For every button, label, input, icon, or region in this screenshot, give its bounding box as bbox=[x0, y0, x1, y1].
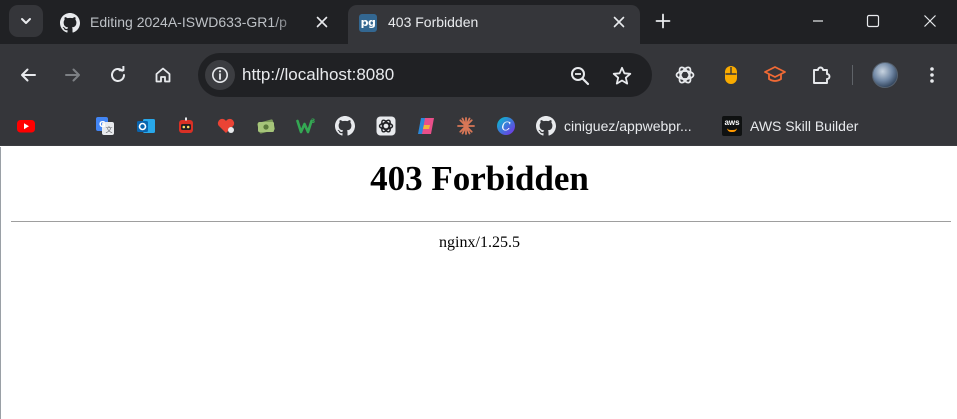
new-tab-button[interactable] bbox=[652, 10, 674, 32]
reload-button[interactable] bbox=[102, 59, 134, 91]
page-content: 403 Forbidden nginx/1.25.5 bbox=[0, 147, 957, 419]
copilot-icon bbox=[416, 116, 436, 136]
server-signature: nginx/1.25.5 bbox=[439, 234, 520, 251]
address-bar[interactable]: http://localhost:8080 bbox=[198, 53, 652, 97]
maximize-icon bbox=[866, 14, 880, 28]
bookmark-copilot[interactable] bbox=[416, 112, 436, 140]
zoom-out-icon bbox=[571, 67, 590, 86]
extensions-menu-button[interactable] bbox=[808, 62, 834, 88]
home-button[interactable] bbox=[147, 59, 179, 91]
tab-search-button[interactable] bbox=[9, 5, 43, 37]
canva-icon: C bbox=[496, 116, 516, 136]
plus-icon bbox=[655, 13, 671, 29]
toolbar: http://localhost:8080 bbox=[0, 44, 957, 106]
aws-icon: aws bbox=[722, 116, 742, 136]
bookmark-canva[interactable]: C bbox=[496, 112, 516, 140]
bookmark-label: AWS Skill Builder bbox=[750, 118, 859, 134]
w-logo-icon: 3 bbox=[296, 116, 316, 136]
svg-text:文: 文 bbox=[106, 125, 113, 134]
star-icon bbox=[612, 66, 632, 85]
chevron-down-icon bbox=[21, 18, 31, 24]
tab-strip: Editing 2024A-ISWD633-GR1/p pg 403 Forbi… bbox=[0, 0, 957, 44]
bookmark-youtube[interactable] bbox=[16, 112, 36, 140]
bookmark-google-translate[interactable]: G文 bbox=[95, 112, 115, 140]
tab-title: Editing 2024A-ISWD633-GR1/p bbox=[90, 14, 287, 30]
toolbar-separator bbox=[852, 65, 853, 85]
bookmark-ciniguez-repo[interactable]: ciniguez/appwebpr... bbox=[536, 112, 692, 140]
svg-text:C: C bbox=[502, 120, 511, 134]
close-tab-button[interactable] bbox=[312, 12, 332, 32]
bookmark-github[interactable] bbox=[335, 112, 355, 140]
postgres-pg-icon: pg bbox=[358, 13, 378, 33]
url-text[interactable]: http://localhost:8080 bbox=[242, 53, 394, 97]
mortarboard-extension-icon bbox=[764, 66, 786, 82]
tab-403-forbidden[interactable]: pg 403 Forbidden bbox=[348, 5, 640, 44]
close-tab-button[interactable] bbox=[609, 12, 629, 32]
back-button[interactable] bbox=[12, 59, 44, 91]
bookmark-w-logo[interactable]: 3 bbox=[296, 112, 316, 140]
mouse-extension[interactable] bbox=[718, 62, 744, 88]
arrow-right-icon bbox=[65, 68, 80, 82]
kebab-menu-icon bbox=[930, 67, 934, 83]
page-heading: 403 Forbidden bbox=[370, 159, 589, 198]
bookmark-star-button[interactable] bbox=[610, 64, 634, 88]
github-icon bbox=[60, 13, 80, 33]
github-icon bbox=[335, 116, 355, 136]
outlook-icon bbox=[136, 116, 156, 136]
robot-icon bbox=[176, 116, 196, 136]
aws-logo-text: aws bbox=[722, 116, 742, 136]
bookmark-robot[interactable] bbox=[176, 112, 196, 140]
openai-icon bbox=[376, 116, 396, 136]
mouse-extension-icon bbox=[725, 66, 737, 84]
heart-tag-icon bbox=[216, 116, 236, 136]
close-icon bbox=[924, 15, 936, 27]
claude-icon bbox=[456, 116, 476, 136]
close-window-button[interactable] bbox=[907, 0, 953, 42]
chrome-menu-button[interactable] bbox=[916, 59, 948, 91]
bookmark-outlook[interactable] bbox=[136, 112, 156, 140]
money-icon bbox=[256, 116, 276, 136]
mortarboard-extension[interactable] bbox=[762, 62, 788, 88]
bookmark-label: ciniguez/appwebpr... bbox=[564, 118, 692, 134]
bookmark-heart-tag[interactable] bbox=[216, 112, 236, 140]
openai-extension[interactable] bbox=[672, 62, 698, 88]
close-icon bbox=[316, 16, 328, 28]
maximize-button[interactable] bbox=[850, 0, 896, 42]
youtube-icon bbox=[16, 116, 36, 136]
svg-text:3: 3 bbox=[311, 118, 315, 125]
info-icon bbox=[212, 67, 228, 83]
home-icon bbox=[155, 67, 171, 83]
close-icon bbox=[613, 16, 625, 28]
bookmarks-bar: G文 3 C ciniguez/appwebpr... aws AWS Skil… bbox=[0, 106, 957, 146]
reload-icon bbox=[111, 66, 125, 82]
pg-logo-text: pg bbox=[359, 14, 377, 32]
minimize-icon bbox=[813, 20, 823, 22]
bookmark-money[interactable] bbox=[256, 112, 276, 140]
zoom-button[interactable] bbox=[568, 64, 592, 88]
divider bbox=[11, 221, 951, 222]
profile-avatar[interactable] bbox=[872, 62, 898, 88]
bookmark-openai[interactable] bbox=[376, 112, 396, 140]
bookmark-claude[interactable] bbox=[456, 112, 476, 140]
arrow-left-icon bbox=[21, 68, 36, 82]
tab-title: 403 Forbidden bbox=[388, 14, 479, 30]
minimize-button[interactable] bbox=[795, 0, 841, 42]
github-icon bbox=[536, 116, 556, 136]
tab-github-editing[interactable]: Editing 2024A-ISWD633-GR1/p bbox=[50, 5, 340, 44]
google-translate-icon: G文 bbox=[95, 116, 115, 136]
openai-icon bbox=[675, 66, 695, 84]
forward-button[interactable] bbox=[57, 59, 89, 91]
puzzle-extensions-icon bbox=[813, 66, 831, 84]
site-info-button[interactable] bbox=[205, 60, 235, 90]
bookmark-aws-skill-builder[interactable]: aws AWS Skill Builder bbox=[722, 112, 858, 140]
